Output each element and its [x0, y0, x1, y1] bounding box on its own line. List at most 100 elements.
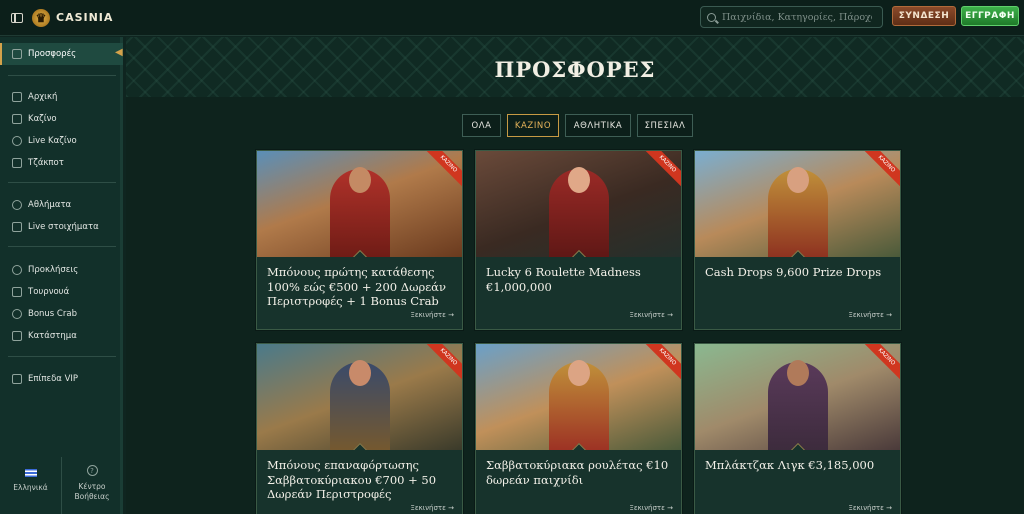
collapse-chevron-icon[interactable]: ◀ [115, 47, 125, 59]
search-box[interactable] [700, 6, 883, 28]
logo-text: CASINIA [56, 11, 114, 24]
sidebar-item-vip[interactable]: Επίπεδα VIP [0, 370, 123, 388]
main-content: ΠΡΟΣΦΟΡΕΣ ΟΛΑ ΚΑΖΙΝΟ ΑΘΛΗΤΙΚΑ ΣΠΕΣΙΑΛ ΚΑ… [126, 37, 1024, 514]
language-label: Ελληνικά [13, 483, 48, 492]
sidebar-toggle-icon[interactable] [11, 12, 23, 23]
ball-icon [12, 200, 22, 210]
greek-flag-icon [24, 469, 37, 477]
promo-card[interactable]: ΚΑΖΙΝΟ Μπόνους πρώτης κατάθεσης 100% εώς… [256, 150, 463, 330]
divider [8, 356, 116, 357]
language-selector[interactable]: Ελληνικά [0, 457, 61, 514]
promo-image: ΚΑΖΙΝΟ [476, 151, 681, 257]
challenge-icon [12, 265, 22, 275]
divider [8, 75, 116, 76]
crab-icon [12, 309, 22, 319]
casino-ribbon: ΚΑΖΙΝΟ [862, 344, 900, 382]
sidebar-item-label: Live Καζίνο [28, 136, 77, 146]
page-title: ΠΡΟΣΦΟΡΕΣ [494, 57, 656, 82]
tab-sports[interactable]: ΑΘΛΗΤΙΚΑ [565, 114, 631, 137]
sidebar-item-live-casino[interactable]: Live Καζίνο [0, 132, 123, 150]
sidebar-item-live-betting[interactable]: Live στοιχήματα [0, 218, 123, 236]
promo-image: ΚΑΖΙΝΟ [476, 344, 681, 450]
promo-card[interactable]: ΚΑΖΙΝΟ Μπόνους επαναφόρτωσης Σαββατοκύρι… [256, 343, 463, 514]
start-link[interactable]: Ξεκινήστε → [410, 311, 454, 319]
logo[interactable]: ♛ CASINIA [32, 8, 114, 27]
character-head [567, 167, 590, 193]
sidebar-item-label: Τζάκποτ [28, 158, 64, 168]
sidebar-item-label: Καζίνο [28, 114, 57, 124]
sidebar-item-label: Προσφορές [28, 49, 77, 59]
sidebar-item-challenges[interactable]: Προκλήσεις [0, 261, 123, 279]
jackpot-icon [12, 158, 22, 168]
tab-special[interactable]: ΣΠΕΣΙΑΛ [637, 114, 693, 137]
live-icon [12, 222, 22, 232]
promo-image: ΚΑΖΙΝΟ [695, 344, 900, 450]
start-link[interactable]: Ξεκινήστε → [848, 504, 892, 512]
search-icon [707, 12, 716, 22]
crown-logo-icon: ♛ [32, 8, 50, 27]
sidebar-item-label: Τουρνουά [28, 287, 70, 297]
sidebar-footer: Ελληνικά ? Κέντρο Βοήθειας [0, 457, 123, 514]
casino-ribbon: ΚΑΖΙΝΟ [862, 151, 900, 189]
casino-ribbon: ΚΑΖΙΝΟ [643, 151, 681, 189]
offers-icon [12, 49, 22, 59]
login-button[interactable]: ΣΥΝΔΕΣΗ [892, 6, 956, 26]
help-icon: ? [86, 465, 98, 476]
slot-icon [12, 114, 22, 124]
sidebar-item-label: Αθλήματα [28, 200, 72, 210]
character-head [786, 360, 809, 386]
promo-card[interactable]: ΚΑΖΙΝΟ Lucky 6 Roulette Madness €1,000,0… [475, 150, 682, 330]
character-head [567, 360, 590, 386]
divider [8, 182, 116, 183]
casino-ribbon: ΚΑΖΙΝΟ [643, 344, 681, 382]
divider [8, 246, 116, 247]
promo-image: ΚΑΖΙΝΟ [695, 151, 900, 257]
trophy-icon [12, 287, 22, 297]
promo-image: ΚΑΖΙΝΟ [257, 344, 462, 450]
category-tabs: ΟΛΑ ΚΑΖΙΝΟ ΑΘΛΗΤΙΚΑ ΣΠΕΣΙΑΛ [462, 114, 693, 137]
shop-icon [12, 331, 22, 341]
sidebar-item-offers[interactable]: Προσφορές ◀ [0, 43, 123, 65]
start-link[interactable]: Ξεκινήστε → [848, 311, 892, 319]
home-icon [12, 92, 22, 102]
promo-title: Σαββατοκύριακα ρουλέτας €10 δωρεάν παιχν… [486, 458, 669, 487]
sidebar-item-label: Προκλήσεις [28, 265, 79, 275]
promo-card[interactable]: ΚΑΖΙΝΟ Σαββατοκύριακα ρουλέτας €10 δωρεά… [475, 343, 682, 514]
sidebar-item-label: Live στοιχήματα [28, 222, 99, 232]
sidebar-item-label: Bonus Crab [28, 309, 77, 319]
casino-ribbon: ΚΑΖΙΝΟ [424, 151, 462, 189]
character-head [348, 360, 371, 386]
casino-ribbon: ΚΑΖΙΝΟ [424, 344, 462, 382]
character-head [348, 167, 371, 193]
sidebar-item-tournaments[interactable]: Τουρνουά [0, 283, 123, 301]
start-link[interactable]: Ξεκινήστε → [629, 311, 673, 319]
sidebar-item-bonus-crab[interactable]: Bonus Crab [0, 305, 123, 323]
tab-casino[interactable]: ΚΑΖΙΝΟ [507, 114, 559, 137]
help-center-link[interactable]: ? Κέντρο Βοήθειας [61, 457, 122, 514]
sidebar-item-casino[interactable]: Καζίνο [0, 110, 123, 128]
register-button[interactable]: ΕΓΓΡΑΦΗ [961, 6, 1019, 26]
sidebar-item-shop[interactable]: Κατάστημα [0, 327, 123, 345]
help-label: Κέντρο Βοήθειας [74, 482, 110, 501]
promo-card[interactable]: ΚΑΖΙΝΟ Cash Drops 9,600 Prize Drops Ξεκι… [694, 150, 901, 330]
sidebar-item-label: Κατάστημα [28, 331, 77, 341]
promo-title: Cash Drops 9,600 Prize Drops [705, 265, 882, 279]
sidebar-item-home[interactable]: Αρχική [0, 88, 123, 106]
promo-image: ΚΑΖΙΝΟ [257, 151, 462, 257]
promo-title: Lucky 6 Roulette Madness €1,000,000 [486, 265, 641, 294]
promo-title: Μπλάκτζακ Λιγκ €3,185,000 [705, 458, 875, 472]
top-header: ♛ CASINIA ΣΥΝΔΕΣΗ ΕΓΓΡΑΦΗ [0, 0, 1024, 36]
character-head [786, 167, 809, 193]
promo-title: Μπόνους επαναφόρτωσης Σαββατοκύριακου €7… [267, 458, 437, 501]
sidebar-item-label: Επίπεδα VIP [28, 374, 79, 384]
sidebar: Προσφορές ◀ Αρχική Καζίνο Live Καζίνο Τζ… [0, 37, 123, 514]
start-link[interactable]: Ξεκινήστε → [629, 504, 673, 512]
tab-all[interactable]: ΟΛΑ [462, 114, 501, 137]
start-link[interactable]: Ξεκινήστε → [410, 504, 454, 512]
sidebar-item-label: Αρχική [28, 92, 58, 102]
search-input[interactable] [722, 11, 872, 23]
chip-icon [12, 136, 22, 146]
sidebar-item-jackpot[interactable]: Τζάκποτ [0, 154, 123, 172]
sidebar-item-sports[interactable]: Αθλήματα [0, 196, 123, 214]
promo-card[interactable]: ΚΑΖΙΝΟ Μπλάκτζακ Λιγκ €3,185,000 Ξεκινήσ… [694, 343, 901, 514]
